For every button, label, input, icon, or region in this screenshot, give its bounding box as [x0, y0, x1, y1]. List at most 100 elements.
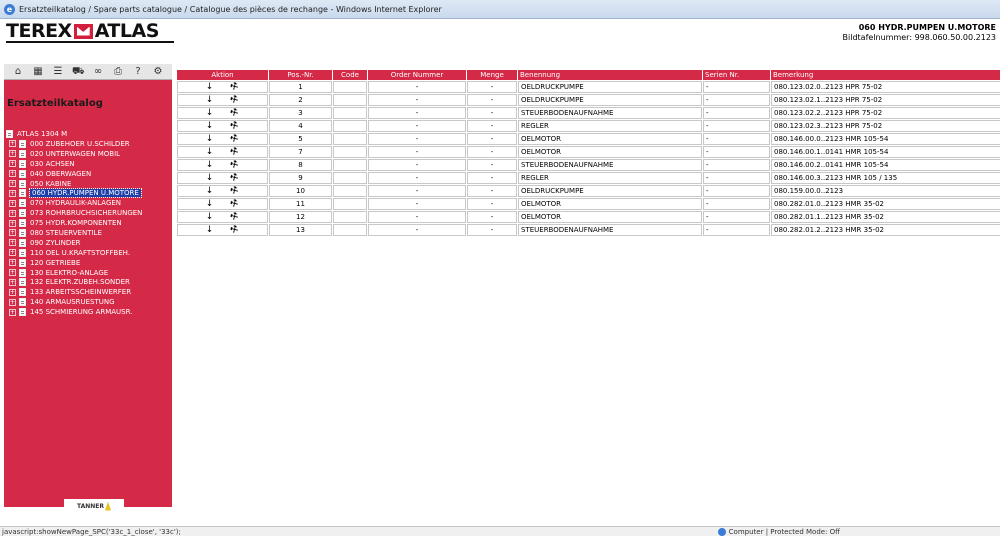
detail-tool-icon[interactable]: ⚒ — [229, 160, 241, 170]
list-icon[interactable]: ☰ — [52, 66, 64, 78]
take-over-arrow-icon[interactable]: ↓ — [206, 199, 214, 209]
cell-benennung: REGLER — [518, 172, 702, 184]
tree-item-label: 145 SCHMIERUNG ARMAUSR. — [30, 308, 133, 317]
col-benennung[interactable]: Benennung — [518, 70, 702, 80]
take-over-arrow-icon[interactable]: ↓ — [206, 134, 214, 144]
table-row[interactable]: ↓ ⚒ 4- - REGLER -080.123.02.3..2123 HPR 75-02 — [177, 120, 1000, 132]
table-row[interactable]: ↓ ⚒ 5- - OELMOTOR -080.146.00.0..2123 HMR 105… — [177, 133, 1000, 145]
tree-item[interactable]: +132 ELEKTR.ZUBEH.SONDER — [6, 277, 172, 287]
take-over-arrow-icon[interactable]: ↓ — [206, 212, 214, 222]
table-row[interactable]: ↓ ⚒ 8- - STEUERBODENAUFNAHME -080.146.00.2..0… — [177, 159, 1000, 171]
take-over-arrow-icon[interactable]: ↓ — [206, 147, 214, 157]
tree-item[interactable]: +080 STEUERVENTILE — [6, 228, 172, 238]
detail-tool-icon[interactable]: ⚒ — [229, 95, 241, 105]
tree-item[interactable]: +140 ARMAUSRUESTUNG — [6, 297, 172, 307]
expand-plus-icon[interactable]: + — [9, 140, 16, 148]
table-row[interactable]: ↓ ⚒ 11- - OELMOTOR -080.282.01.0..2123 HMR 35… — [177, 198, 1000, 210]
tree-item[interactable]: +073 ROHRBRUCHSICHERUNGEN — [6, 208, 172, 218]
col-menge[interactable]: Menge — [467, 70, 517, 80]
expand-plus-icon[interactable]: + — [9, 150, 16, 158]
tools-icon[interactable]: ⚙ — [152, 66, 164, 78]
cell-serie: - — [703, 146, 770, 158]
take-over-arrow-icon[interactable]: ↓ — [206, 121, 214, 131]
tree-item[interactable]: +060 HYDR.PUMPEN U.MOTORE — [6, 188, 172, 199]
detail-tool-icon[interactable]: ⚒ — [229, 121, 241, 131]
take-over-arrow-icon[interactable]: ↓ — [206, 108, 214, 118]
tree-item[interactable]: +145 SCHMIERUNG ARMAUSR. — [6, 307, 172, 317]
tree-item[interactable]: +000 ZUBEHOER U.SCHILDER — [6, 139, 172, 149]
logo-underline — [6, 41, 174, 43]
table-row[interactable]: ↓ ⚒ 1- - OELDRUCKPUMPE -080.123.02.0..2123 HP… — [177, 81, 1000, 93]
table-row[interactable]: ↓ ⚒ 13- - STEUERBODENAUFNAHME -080.282.01.2..… — [177, 224, 1000, 236]
expand-plus-icon[interactable]: + — [9, 180, 16, 187]
col-serien-nr[interactable]: Serien Nr. — [703, 70, 770, 80]
tree-item[interactable]: +110 OEL U.KRAFTSTOFFBEH. — [6, 248, 172, 258]
detail-tool-icon[interactable]: ⚒ — [229, 186, 241, 196]
tree-item[interactable]: +133 ARBEITSSCHEINWERFER — [6, 287, 172, 297]
search-binoculars-icon[interactable]: ∞ — [92, 66, 104, 78]
detail-tool-icon[interactable]: ⚒ — [229, 108, 241, 118]
detail-tool-icon[interactable]: ⚒ — [229, 212, 241, 222]
tree-root[interactable]: ATLAS 1304 M — [6, 128, 172, 139]
tree-item-label: 140 ARMAUSRUESTUNG — [30, 298, 115, 307]
take-over-arrow-icon[interactable]: ↓ — [206, 186, 214, 196]
table-row[interactable]: ↓ ⚒ 3- - STEUERBODENAUFNAHME -080.123.02.2..2… — [177, 107, 1000, 119]
col-bemerkung[interactable]: Bemerkung — [771, 70, 1000, 80]
expand-plus-icon[interactable]: + — [9, 288, 16, 296]
tree-item[interactable]: +020 UNTERWAGEN MOBIL — [6, 149, 172, 159]
status-bar: javascript:showNewPage_SPC('33c_1_close'… — [0, 526, 1000, 536]
take-over-arrow-icon[interactable]: ↓ — [206, 160, 214, 170]
detail-tool-icon[interactable]: ⚒ — [229, 134, 241, 144]
expand-plus-icon[interactable]: + — [9, 308, 16, 316]
col-order-nummer[interactable]: Order Nummer — [368, 70, 466, 80]
header-info: 060 HYDR.PUMPEN U.MOTORE Bildtafelnummer… — [843, 23, 996, 42]
cell-serie: - — [703, 172, 770, 184]
expand-plus-icon[interactable]: + — [9, 259, 16, 267]
home-icon[interactable]: ⌂ — [12, 66, 24, 78]
expand-plus-icon[interactable]: + — [9, 199, 16, 207]
table-row[interactable]: ↓ ⚒ 12- - OELMOTOR -080.282.01.1..2123 HMR 35… — [177, 211, 1000, 223]
table-row[interactable]: ↓ ⚒ 10- - OELDRUCKPUMPE -080.159.00.0..2123 — [177, 185, 1000, 197]
detail-tool-icon[interactable]: ⚒ — [229, 225, 241, 235]
cart-icon[interactable]: ⛟ — [72, 66, 85, 78]
expand-plus-icon[interactable]: + — [9, 298, 16, 306]
expand-plus-icon[interactable]: + — [9, 269, 16, 277]
tree-item[interactable]: +070 HYDRAULIK-ANLAGEN — [6, 198, 172, 208]
expand-plus-icon[interactable]: + — [9, 209, 16, 217]
table-row[interactable]: ↓ ⚒ 2- - OELDRUCKPUMPE -080.123.02.1..2123 HP… — [177, 94, 1000, 106]
tree-item-label: 060 HYDR.PUMPEN U.MOTORE — [29, 188, 142, 199]
expand-plus-icon[interactable]: + — [9, 229, 16, 237]
print-icon[interactable]: ⎙ — [112, 66, 124, 78]
expand-plus-icon[interactable]: + — [9, 160, 16, 168]
expand-plus-icon[interactable]: + — [9, 189, 16, 197]
take-over-arrow-icon[interactable]: ↓ — [206, 225, 214, 235]
take-over-arrow-icon[interactable]: ↓ — [206, 173, 214, 183]
tree-item[interactable]: +075 HYDR.KOMPONENTEN — [6, 218, 172, 228]
expand-plus-icon[interactable]: + — [9, 249, 16, 257]
expand-plus-icon[interactable]: + — [9, 219, 16, 227]
take-over-arrow-icon[interactable]: ↓ — [206, 82, 214, 92]
expand-plus-icon[interactable]: + — [9, 278, 16, 286]
take-over-arrow-icon[interactable]: ↓ — [206, 95, 214, 105]
expand-plus-icon[interactable]: + — [9, 239, 16, 247]
tree-item[interactable]: +050 KABINE — [6, 179, 172, 189]
col-pos-nr[interactable]: Pos.-Nr. — [269, 70, 332, 80]
tree-item[interactable]: +040 OBERWAGEN — [6, 169, 172, 179]
cell-code — [333, 81, 367, 93]
tree-item[interactable]: +120 GETRIEBE — [6, 258, 172, 268]
help-icon[interactable]: ? — [132, 66, 144, 78]
tree-item[interactable]: +090 ZYLINDER — [6, 238, 172, 248]
tree-item[interactable]: +130 ELEKTRO-ANLAGE — [6, 268, 172, 278]
cell-bemerkung: 080.282.01.1..2123 HMR 35-02 — [771, 211, 1000, 223]
table-row[interactable]: ↓ ⚒ 7- - OELMOTOR -080.146.00.1..0141 HMR 105… — [177, 146, 1000, 158]
expand-plus-icon[interactable]: + — [9, 170, 16, 178]
col-code[interactable]: Code — [333, 70, 367, 80]
catalog-icon[interactable]: ▦ — [32, 66, 44, 78]
detail-tool-icon[interactable]: ⚒ — [229, 173, 241, 183]
tree-item[interactable]: +030 ACHSEN — [6, 159, 172, 169]
detail-tool-icon[interactable]: ⚒ — [229, 147, 241, 157]
detail-tool-icon[interactable]: ⚒ — [229, 82, 241, 92]
table-row[interactable]: ↓ ⚒ 9- - REGLER -080.146.00.3..2123 HMR 105 /… — [177, 172, 1000, 184]
detail-tool-icon[interactable]: ⚒ — [229, 199, 241, 209]
col-aktion[interactable]: Aktion — [177, 70, 268, 80]
